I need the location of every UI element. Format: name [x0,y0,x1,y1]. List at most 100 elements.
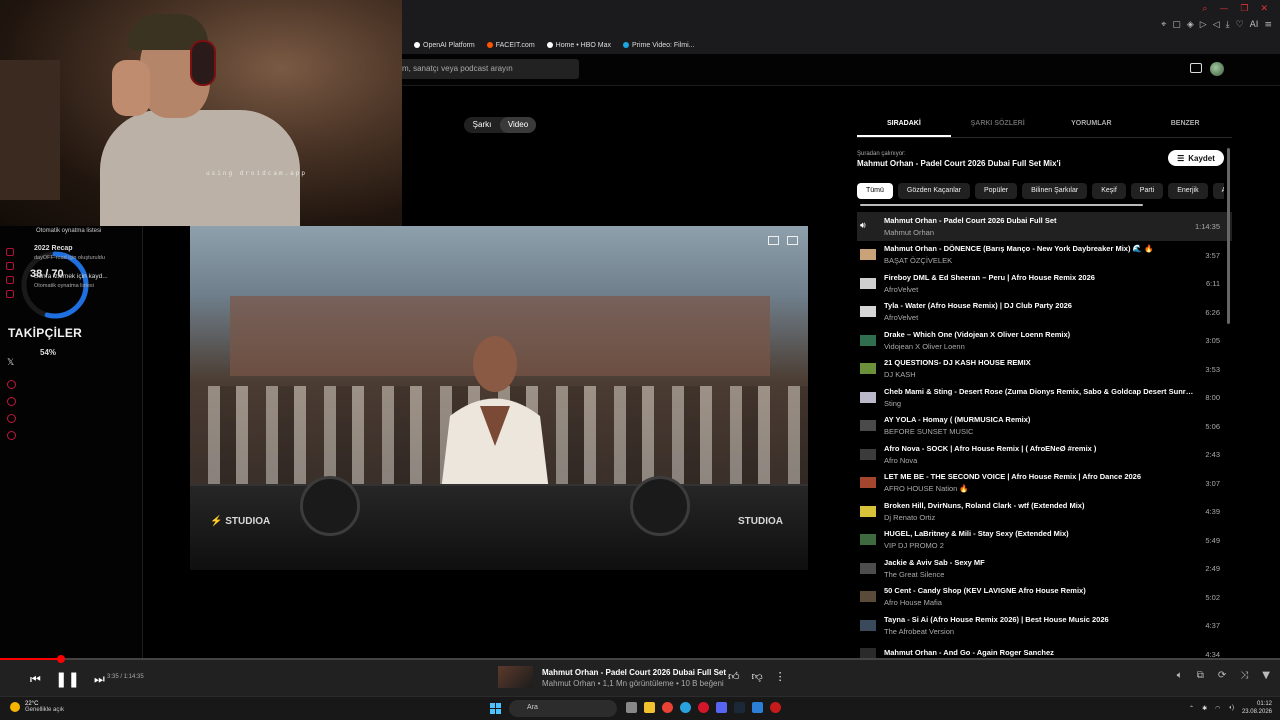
share-icon[interactable]: ◁ [1213,20,1220,30]
close-icon[interactable]: ✕ [1260,4,1268,14]
watch-later-playlist[interactable]: Sonra izlemek için kayd... [34,273,108,280]
queue-item[interactable]: HUGEL, LaBritney & Mili - Stay Sexy (Ext… [857,526,1232,555]
opera-icon[interactable] [698,702,709,713]
queue-item[interactable]: AY YOLA - Homay ( (MURMUSICA Remix) BEFOR… [857,412,1232,441]
volume-icon[interactable]: 🔈︎ [1177,670,1183,681]
pin-icon[interactable]: ⌖ [1161,20,1166,30]
library-icon[interactable] [6,276,14,284]
queue-scrollbar[interactable] [1227,148,1230,324]
cast-icon[interactable] [1190,63,1202,73]
track-artist: Vidojean X Oliver Loenn [884,341,965,351]
filter-chip[interactable]: Tümü [857,183,893,199]
queue-item[interactable]: 🔊︎ Mahmut Orhan - Padel Court 2026 Dubai … [857,212,1232,241]
queue-item[interactable]: Tayna - Si Ai (Afro House Remix 2026) | … [857,611,1232,640]
filter-chip[interactable]: Antrenman [1212,183,1224,199]
tray-bluetooth-icon[interactable]: ✱ [1202,705,1207,712]
home-icon[interactable] [6,248,14,256]
download-icon[interactable]: ⤓ [1226,20,1230,30]
bookmark-item[interactable]: Prime Video: Filmi... [623,42,695,49]
queue-item[interactable]: Tyla - Water (Afro House Remix) | DJ Clu… [857,298,1232,327]
bookmark-item[interactable]: OpenAI Platform [414,42,475,49]
obs-icon[interactable] [770,702,781,713]
captions-icon[interactable]: ⧉ [1197,670,1204,681]
play-icon[interactable]: ▷ [1200,20,1207,30]
next-icon[interactable]: ⏭ [94,672,105,687]
repeat-icon[interactable]: ⟳ [1218,670,1226,681]
shield-icon[interactable]: ◈ [1187,20,1194,30]
seek-bar[interactable] [0,655,1280,663]
filter-chip[interactable]: Enerjik [1168,183,1208,199]
filter-chip[interactable]: Parti [1130,183,1164,199]
queue-item[interactable]: Afro Nova - SOCK | Afro House Remix | ( … [857,440,1232,469]
video-player[interactable]: ⚡ STUDIOA STUDIOA [190,226,808,570]
discord-app-icon[interactable] [716,702,727,713]
miniplayer-icon[interactable] [768,236,779,245]
tray-volume-icon[interactable]: ◖) [1228,705,1234,711]
heart-icon[interactable]: ♡ [1236,20,1244,30]
shuffle-icon[interactable]: ⤨ [1240,670,1248,681]
search-input[interactable]: m, sanatçı veya podcast arayın [402,59,579,79]
explore-icon[interactable] [6,262,14,270]
steam-icon[interactable] [734,702,745,713]
queue-item[interactable]: LET ME BE - THE SECOND VOICE | Afro Hous… [857,469,1232,498]
tray-wifi-icon[interactable]: ◠ [1215,705,1220,712]
filter-chip[interactable]: Gözden Kaçanlar [897,183,970,199]
pause-icon[interactable]: ❚❚ [55,670,80,688]
edge-icon[interactable] [680,702,691,713]
queue-item[interactable]: Drake – Which One (Vidojean X Oliver Loe… [857,326,1232,355]
weather-widget[interactable]: 22°C Genellikle açık [10,701,64,713]
filter-chip[interactable]: Bilinen Şarkılar [1022,183,1088,199]
dislike-icon[interactable]: 👎︎ [752,670,763,683]
track-title: Tyla - Water (Afro House Remix) | DJ Clu… [884,301,1072,311]
search-icon[interactable]: ⌕ [1202,4,1207,14]
track-title: Drake – Which One (Vidojean X Oliver Loe… [884,329,1071,339]
tab-video[interactable]: Video [500,117,536,133]
avatar[interactable] [1210,62,1224,76]
menu-icon[interactable]: ≡ [1264,20,1272,30]
tab-related[interactable]: BENZER [1138,120,1232,137]
like-icon[interactable]: 👍︎ [728,670,740,683]
clock[interactable]: 01:12 23.08.2026 [1242,700,1272,716]
task-view-icon[interactable] [626,702,637,713]
filter-chip[interactable]: Keşif [1092,183,1126,199]
seek-handle[interactable] [57,655,66,663]
ai-button[interactable]: AI [1250,20,1259,30]
bookmark-item[interactable]: FACEIT.com [486,42,535,49]
tab-lyrics[interactable]: ŞARKI SÖZLERİ [951,120,1045,137]
windows-start-icon[interactable] [490,703,501,714]
more-icon[interactable]: ⋮ [775,670,786,683]
filter-chip[interactable]: Popüler [975,183,1018,199]
queue-item[interactable]: Fireboy DML & Ed Sheeran – Peru | Afro H… [857,269,1232,298]
tray-chevron-icon[interactable]: ⌃ [1189,705,1194,712]
queue-item[interactable]: Broken Hill, DvirNuns, Roland Clark - wt… [857,497,1232,526]
maximize-icon[interactable]: ❐ [1240,4,1248,14]
playlist-recap-title[interactable]: 2022 Recap [34,245,73,252]
window-controls[interactable]: ⌕ — ❐ ✕ [1202,4,1268,14]
tab-up-next[interactable]: SIRADAKİ [857,120,951,137]
now-playing-title[interactable]: Mahmut Orhan - Padel Court 2026 Dubai Fu… [542,668,726,677]
vscode-icon[interactable] [752,702,763,713]
previous-icon[interactable]: ⏮ [30,672,41,687]
taskbar-search[interactable]: Ara [509,700,617,717]
queue-item[interactable]: Mahmut Orhan - DÖNENCE (Barış Manço - Ne… [857,241,1232,270]
queue-item[interactable]: 50 Cent - Candy Shop (KEV LAVIGNE Afro H… [857,583,1232,612]
bookmark-item[interactable]: Home • HBO Max [546,42,611,49]
minimize-icon[interactable]: — [1219,4,1228,14]
track-info: AY YOLA - Homay ( (MURMUSICA Remix) BEFOR… [884,415,1232,436]
file-explorer-icon[interactable] [644,702,655,713]
now-playing-thumbnail[interactable] [498,666,533,688]
tab-icon[interactable]: ▢ [1172,20,1181,30]
expand-icon[interactable]: ▼ [1262,670,1270,681]
save-button[interactable]: ☰ Kaydet [1168,150,1224,166]
now-playing-subtitle[interactable]: Mahmut Orhan • 1,1 Mn görüntüleme • 10 B… [542,679,724,688]
chrome-icon[interactable] [662,702,673,713]
fullscreen-icon[interactable] [787,236,798,245]
tab-song[interactable]: Şarkı [464,117,500,133]
tab-comments[interactable]: YORUMLAR [1045,120,1139,137]
song-video-toggle[interactable]: Şarkı Video [464,117,536,133]
queue-item[interactable]: Jackie & Aviv Sab - Sexy MF The Great Sil… [857,554,1232,583]
upgrade-icon[interactable] [6,290,14,298]
chips-scrollbar[interactable] [860,204,1143,206]
queue-item[interactable]: Cheb Mami & Sting - Desert Rose (Zuma Di… [857,383,1232,412]
queue-item[interactable]: 21 QUESTIONS- DJ KASH HOUSE REMIX DJ KASH… [857,355,1232,384]
